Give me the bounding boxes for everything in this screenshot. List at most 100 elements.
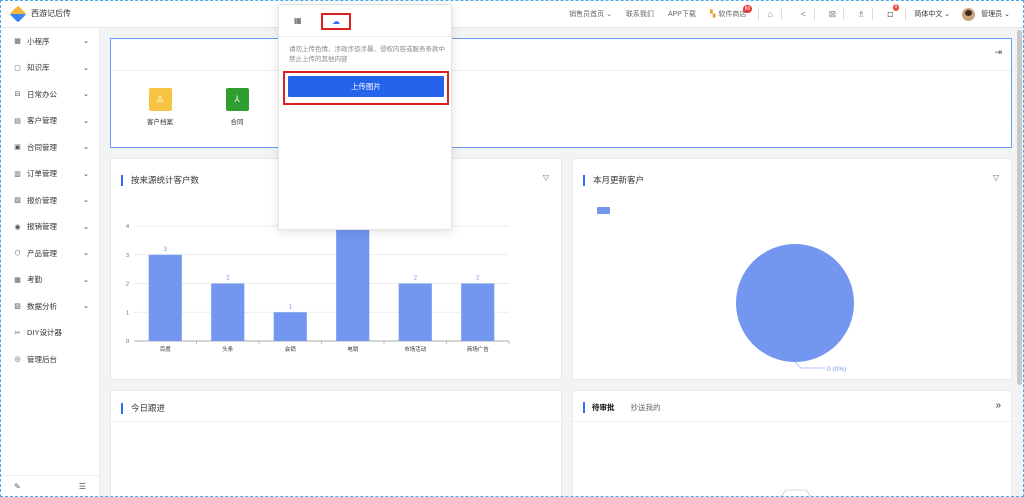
settings-icon: ◎ bbox=[14, 356, 21, 364]
grid-icon[interactable]: ▦ bbox=[294, 16, 302, 25]
top-bar: 西游记后传 销售员首页 ⌄ 联系我们 APP下载 ▚ 软件商店 80 ⌂ < ⊠… bbox=[0, 0, 1024, 28]
data-label: 2 bbox=[226, 276, 230, 282]
sidebar-item-label: 考勤 bbox=[27, 275, 42, 285]
page-scrollbar[interactable] bbox=[1017, 30, 1022, 385]
edit-icon[interactable]: ✎ bbox=[14, 482, 21, 491]
x-tick-label: 电销 bbox=[347, 345, 359, 353]
book-icon: ▢ bbox=[14, 64, 21, 72]
monthly-customers-card: 本月更新客户 ▽ 0 (0%) bbox=[572, 158, 1012, 380]
bar-市场活动[interactable] bbox=[398, 283, 432, 342]
language-selector[interactable]: 简体中文 ⌄ bbox=[914, 9, 950, 19]
y-tick-label: 2 bbox=[126, 282, 129, 288]
contract-icon: ⅄ bbox=[225, 88, 249, 111]
bar-百度[interactable] bbox=[148, 254, 182, 341]
x-tick-label: 商场广告 bbox=[467, 345, 490, 353]
sidebar-item-11[interactable]: ✂ DIY设计器 bbox=[0, 320, 99, 347]
chevron-down-icon: ⌄ bbox=[83, 117, 89, 125]
sidebar-item-label: 小程序 bbox=[27, 36, 50, 46]
sidebar-item-label: 报价管理 bbox=[27, 195, 57, 205]
share-icon[interactable]: < bbox=[792, 0, 814, 28]
tab-pending-approval[interactable]: 待审批 bbox=[592, 402, 615, 413]
chevron-down-icon: ⌄ bbox=[83, 223, 89, 231]
pie-label-line bbox=[794, 361, 825, 369]
chevron-down-icon: ⌄ bbox=[83, 144, 89, 152]
apps-badge: 80 bbox=[742, 5, 753, 13]
pie-slice-label: 0 (0%) bbox=[827, 366, 846, 373]
upload-image-button[interactable]: 上传图片 bbox=[288, 76, 444, 97]
shirt-icon[interactable]: ♗ bbox=[850, 0, 872, 28]
cloud-upload-icon: ☁ bbox=[332, 17, 340, 26]
popup-tabs: ▦ ☁ bbox=[279, 5, 451, 37]
sidebar-item-8[interactable]: ⬡ 产品管理 ⌄ bbox=[0, 240, 99, 267]
menu-collapse-icon[interactable]: ☰ bbox=[79, 482, 86, 491]
home-icon[interactable]: ⌂ bbox=[759, 0, 781, 28]
upload-popup: ▦ ☁ 请勿上传色情、涉政涉恐涉暴、侵权内容或服务条款中禁止上传的其他内容 上传… bbox=[278, 4, 452, 230]
pie-slice[interactable] bbox=[736, 244, 854, 362]
sidebar-item-label: 知识库 bbox=[27, 63, 50, 73]
app-store-link[interactable]: ▚ 软件商店 80 bbox=[710, 5, 753, 19]
bar-电销[interactable] bbox=[336, 226, 370, 341]
chevron-down-icon: ⌄ bbox=[1004, 11, 1010, 18]
sidebar: ▦ 小程序 ⌄ ▢ 知识库 ⌄ ⊟ 日常办公 ⌄ ▤ 客户管理 ⌄ ▣ 合同管理 ⌄ ▥ 订单管理 ⌄ ▧ 报价管理 ⌄… bbox=[0, 28, 100, 497]
approval-card: 待审批 抄送我的 » bbox=[572, 390, 1012, 497]
user-menu[interactable]: 管理员 ⌄ bbox=[981, 9, 1010, 19]
sidebar-item-label: 日常办公 bbox=[27, 89, 57, 99]
upload-tab[interactable]: ☁ bbox=[321, 13, 351, 30]
sidebar-item-9[interactable]: ▦ 考勤 ⌄ bbox=[0, 267, 99, 294]
quick-customer-file[interactable]: ♙ 客户档案 bbox=[140, 88, 180, 126]
quick-contract[interactable]: ⅄ 合同 bbox=[217, 88, 257, 126]
data-label: 1 bbox=[289, 304, 293, 310]
contract-icon: ▣ bbox=[14, 144, 21, 152]
chevron-down-icon: ⌄ bbox=[944, 11, 951, 18]
bar-会销[interactable] bbox=[273, 312, 307, 341]
contact-us-link[interactable]: 联系我们 bbox=[626, 9, 654, 19]
designer-icon: ✂ bbox=[14, 329, 21, 337]
chevron-down-icon: ⌄ bbox=[83, 276, 89, 284]
bar-商场广告[interactable] bbox=[461, 283, 495, 342]
pie-chart: 0 (0%) bbox=[736, 244, 854, 373]
sidebar-item-5[interactable]: ▥ 订单管理 ⌄ bbox=[0, 161, 99, 188]
quick-label: 客户档案 bbox=[147, 119, 173, 126]
bar-头条[interactable] bbox=[211, 283, 245, 342]
app-download-link[interactable]: APP下载 bbox=[668, 9, 696, 19]
sidebar-item-label: 订单管理 bbox=[27, 169, 57, 179]
y-tick-label: 0 bbox=[126, 339, 129, 345]
double-chevron-right-icon[interactable]: » bbox=[995, 400, 1001, 411]
reimburse-icon: ◉ bbox=[14, 223, 21, 231]
app-logo[interactable]: 西游记后传 bbox=[9, 5, 102, 22]
sidebar-item-2[interactable]: ⊟ 日常办公 ⌄ bbox=[0, 81, 99, 108]
sales-home-link[interactable]: 销售员首页 ⌄ bbox=[569, 9, 612, 19]
briefcase-icon: ⊟ bbox=[14, 91, 21, 99]
sidebar-item-4[interactable]: ▣ 合同管理 ⌄ bbox=[0, 134, 99, 161]
sidebar-item-label: 报销管理 bbox=[27, 222, 57, 232]
customer-file-icon: ♙ bbox=[148, 88, 172, 111]
sidebar-item-12[interactable]: ◎ 管理后台 bbox=[0, 346, 99, 373]
upload-notice: 请勿上传色情、涉政涉恐涉暴、侵权内容或服务条款中禁止上传的其他内容 bbox=[289, 46, 445, 63]
data-label: 2 bbox=[476, 276, 480, 282]
quote-icon: ▧ bbox=[14, 197, 21, 205]
tab-cc-me[interactable]: 抄送我的 bbox=[631, 402, 661, 413]
bell-icon[interactable]: ◘ 9 bbox=[879, 0, 901, 28]
avatar[interactable] bbox=[962, 7, 976, 21]
sidebar-item-label: 管理后台 bbox=[27, 354, 57, 364]
notification-badge: 9 bbox=[892, 4, 900, 11]
shortcuts-card: ⇥ ♙ 客户档案 ⅄ 合同 bbox=[110, 38, 1012, 148]
translate-icon[interactable]: ⊠ bbox=[821, 0, 843, 28]
customer-icon: ▤ bbox=[14, 117, 21, 125]
sidebar-item-label: 合同管理 bbox=[27, 142, 57, 152]
sidebar-item-1[interactable]: ▢ 知识库 ⌄ bbox=[0, 55, 99, 82]
y-tick-label: 4 bbox=[126, 224, 129, 230]
data-label: 2 bbox=[414, 276, 418, 282]
sidebar-item-7[interactable]: ◉ 报销管理 ⌄ bbox=[0, 214, 99, 241]
exit-icon[interactable]: ⇥ bbox=[994, 47, 1002, 58]
y-tick-label: 1 bbox=[126, 310, 129, 316]
sidebar-item-6[interactable]: ▧ 报价管理 ⌄ bbox=[0, 187, 99, 214]
attendance-icon: ▦ bbox=[14, 276, 21, 284]
sidebar-item-label: DIY设计器 bbox=[27, 328, 63, 338]
sidebar-item-3[interactable]: ▤ 客户管理 ⌄ bbox=[0, 108, 99, 135]
x-tick-label: 市场活动 bbox=[404, 345, 427, 353]
sidebar-item-0[interactable]: ▦ 小程序 ⌄ bbox=[0, 28, 99, 55]
sidebar-item-10[interactable]: ▨ 数据分析 ⌄ bbox=[0, 293, 99, 320]
app-name: 西游记后传 bbox=[31, 9, 71, 18]
chevron-down-icon: ⌄ bbox=[83, 197, 89, 205]
